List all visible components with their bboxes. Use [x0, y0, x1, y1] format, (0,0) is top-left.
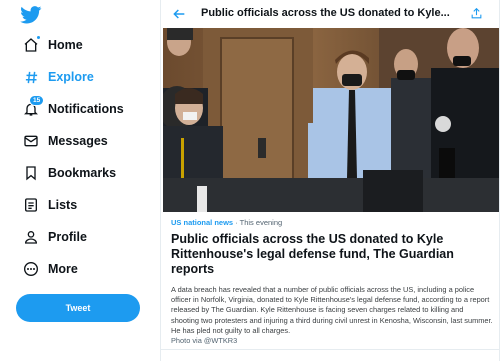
person-icon — [22, 228, 40, 246]
more-circle-icon — [22, 260, 40, 278]
envelope-icon — [22, 132, 40, 150]
bookmark-icon — [22, 164, 40, 182]
nav-explore-label: Explore — [48, 70, 94, 84]
bell-icon: 15 — [22, 95, 45, 118]
sidebar: Home Explore 15 Notifications Messages B… — [0, 0, 160, 361]
back-arrow-icon[interactable] — [171, 6, 187, 22]
nav-profile[interactable]: Profile — [22, 224, 87, 250]
article-body: A data breach has revealed that a number… — [171, 285, 493, 335]
nav-home-label: Home — [48, 38, 83, 52]
nav-messages[interactable]: Messages — [22, 128, 108, 154]
article-card[interactable]: US national news · This evening Public o… — [171, 218, 493, 346]
courtroom-photo-image — [163, 28, 499, 212]
article-time: · This evening — [233, 218, 283, 227]
nav-notifications[interactable]: 15 Notifications — [22, 95, 124, 122]
list-icon — [22, 196, 40, 214]
nav-more-label: More — [48, 262, 78, 276]
nav-bookmarks-label: Bookmarks — [48, 166, 117, 180]
home-new-dot — [36, 35, 41, 40]
nav-explore[interactable]: Explore — [22, 64, 94, 90]
photo-credit: Photo via @WTKR3 — [171, 336, 238, 346]
nav-messages-label: Messages — [48, 134, 108, 148]
tweet-button[interactable]: Tweet — [16, 294, 140, 322]
nav-home[interactable]: Home — [22, 32, 83, 58]
divider — [161, 349, 499, 350]
nav-more[interactable]: More — [22, 256, 78, 282]
notifications-badge: 15 — [29, 95, 45, 106]
nav-bookmarks[interactable]: Bookmarks — [22, 160, 116, 186]
nav-notifications-label: Notifications — [48, 102, 124, 116]
nav-lists-label: Lists — [48, 198, 78, 212]
topbar: Public officials across the US donated t… — [161, 0, 499, 28]
article-meta: US national news · This evening — [171, 218, 493, 227]
main-column: Public officials across the US donated t… — [160, 0, 500, 361]
hashtag-icon — [22, 68, 40, 86]
page-title: Public officials across the US donated t… — [201, 7, 450, 19]
article-photo[interactable] — [163, 28, 499, 212]
home-icon — [22, 35, 41, 54]
twitter-logo-icon[interactable] — [20, 6, 42, 24]
article-headline[interactable]: Public officials across the US donated t… — [171, 232, 493, 277]
nav-profile-label: Profile — [48, 230, 87, 244]
article-category[interactable]: US national news — [171, 218, 233, 227]
nav-lists[interactable]: Lists — [22, 192, 77, 218]
share-icon[interactable] — [470, 7, 483, 20]
